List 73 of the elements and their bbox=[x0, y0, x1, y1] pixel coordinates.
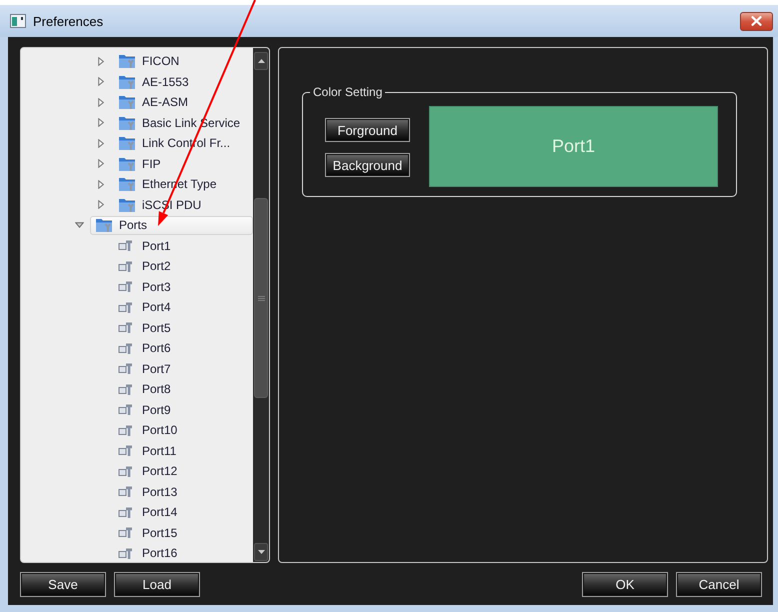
expander-icon[interactable] bbox=[98, 77, 104, 86]
connector-icon bbox=[118, 464, 133, 478]
expander-icon[interactable] bbox=[98, 98, 104, 107]
tree-item[interactable]: Port11 bbox=[113, 441, 182, 460]
tree-item[interactable]: Port10 bbox=[113, 420, 184, 440]
folder-icon bbox=[118, 114, 136, 131]
folder-icon bbox=[118, 156, 136, 172]
folder-icon bbox=[118, 94, 136, 110]
tree-item[interactable]: Port7 bbox=[113, 359, 177, 378]
tree-item[interactable]: Port5 bbox=[113, 318, 177, 338]
connector-icon bbox=[118, 526, 133, 540]
expander-icon[interactable] bbox=[98, 118, 104, 128]
folder-icon bbox=[118, 74, 136, 90]
down-arrow-icon bbox=[258, 550, 264, 554]
folder-icon bbox=[118, 53, 136, 70]
expander-icon[interactable] bbox=[98, 180, 104, 189]
tree-item[interactable]: Port1 bbox=[113, 236, 177, 256]
tree-item[interactable]: FIP bbox=[113, 154, 167, 174]
cancel-button[interactable]: Cancel bbox=[676, 572, 762, 597]
connector-icon bbox=[118, 403, 133, 416]
connector-icon bbox=[118, 300, 133, 314]
expander-icon[interactable] bbox=[75, 222, 84, 228]
tree-item[interactable]: Ports bbox=[90, 216, 253, 235]
grip-icon bbox=[258, 296, 264, 300]
tree-item[interactable]: Port4 bbox=[113, 298, 177, 317]
preview-label: Port1 bbox=[552, 136, 596, 157]
tree-item[interactable]: Port12 bbox=[113, 462, 184, 481]
tree-item[interactable]: Port9 bbox=[113, 400, 177, 420]
color-button[interactable]: Forground bbox=[325, 118, 410, 142]
expander-icon[interactable] bbox=[98, 159, 104, 168]
close-icon bbox=[751, 16, 762, 26]
connector-icon bbox=[118, 546, 133, 560]
group-title: Color Setting bbox=[310, 85, 386, 99]
folder-icon bbox=[95, 217, 113, 234]
connector-icon bbox=[118, 321, 133, 334]
color-button[interactable]: Background bbox=[325, 153, 410, 177]
load-button[interactable]: Load bbox=[114, 572, 200, 597]
tree-item[interactable]: AE-1553 bbox=[113, 72, 195, 92]
connector-icon bbox=[118, 424, 133, 437]
window-title: Preferences bbox=[33, 14, 104, 28]
connector-icon bbox=[118, 506, 133, 519]
connector-icon bbox=[118, 260, 133, 273]
expander-icon[interactable] bbox=[98, 138, 104, 148]
tree-item[interactable]: AE-ASM bbox=[113, 92, 194, 112]
expander-icon[interactable] bbox=[98, 56, 104, 66]
tree-item[interactable]: Port14 bbox=[113, 502, 184, 522]
close-button[interactable] bbox=[740, 12, 773, 30]
folder-icon bbox=[118, 176, 136, 192]
tree-item[interactable]: Port6 bbox=[113, 338, 177, 358]
scroll-down-button[interactable] bbox=[254, 543, 268, 561]
tree-item[interactable]: Port8 bbox=[113, 380, 177, 399]
tree-item[interactable]: Port13 bbox=[113, 482, 184, 502]
expander-icon[interactable] bbox=[98, 200, 104, 210]
connector-icon bbox=[118, 444, 133, 458]
connector-icon bbox=[118, 280, 133, 294]
connector-icon bbox=[118, 239, 133, 252]
folder-icon bbox=[118, 196, 136, 213]
window-icon bbox=[10, 14, 26, 28]
tree-item[interactable]: Port15 bbox=[113, 523, 184, 542]
connector-icon bbox=[118, 382, 133, 396]
tree-item[interactable]: Port2 bbox=[113, 256, 177, 276]
tree-item[interactable]: Port16 bbox=[113, 544, 184, 562]
up-arrow-icon bbox=[258, 59, 264, 63]
scroll-up-button[interactable] bbox=[254, 52, 268, 70]
tree-item[interactable]: FICON bbox=[113, 52, 186, 71]
connector-icon bbox=[118, 342, 133, 355]
connector-icon bbox=[118, 485, 133, 498]
scroll-thumb[interactable] bbox=[254, 198, 268, 398]
tree-item[interactable]: Port3 bbox=[113, 277, 177, 296]
ok-button[interactable]: OK bbox=[582, 572, 668, 597]
folder-icon bbox=[118, 135, 136, 152]
connector-icon bbox=[118, 362, 133, 376]
save-button[interactable]: Save bbox=[20, 572, 106, 597]
